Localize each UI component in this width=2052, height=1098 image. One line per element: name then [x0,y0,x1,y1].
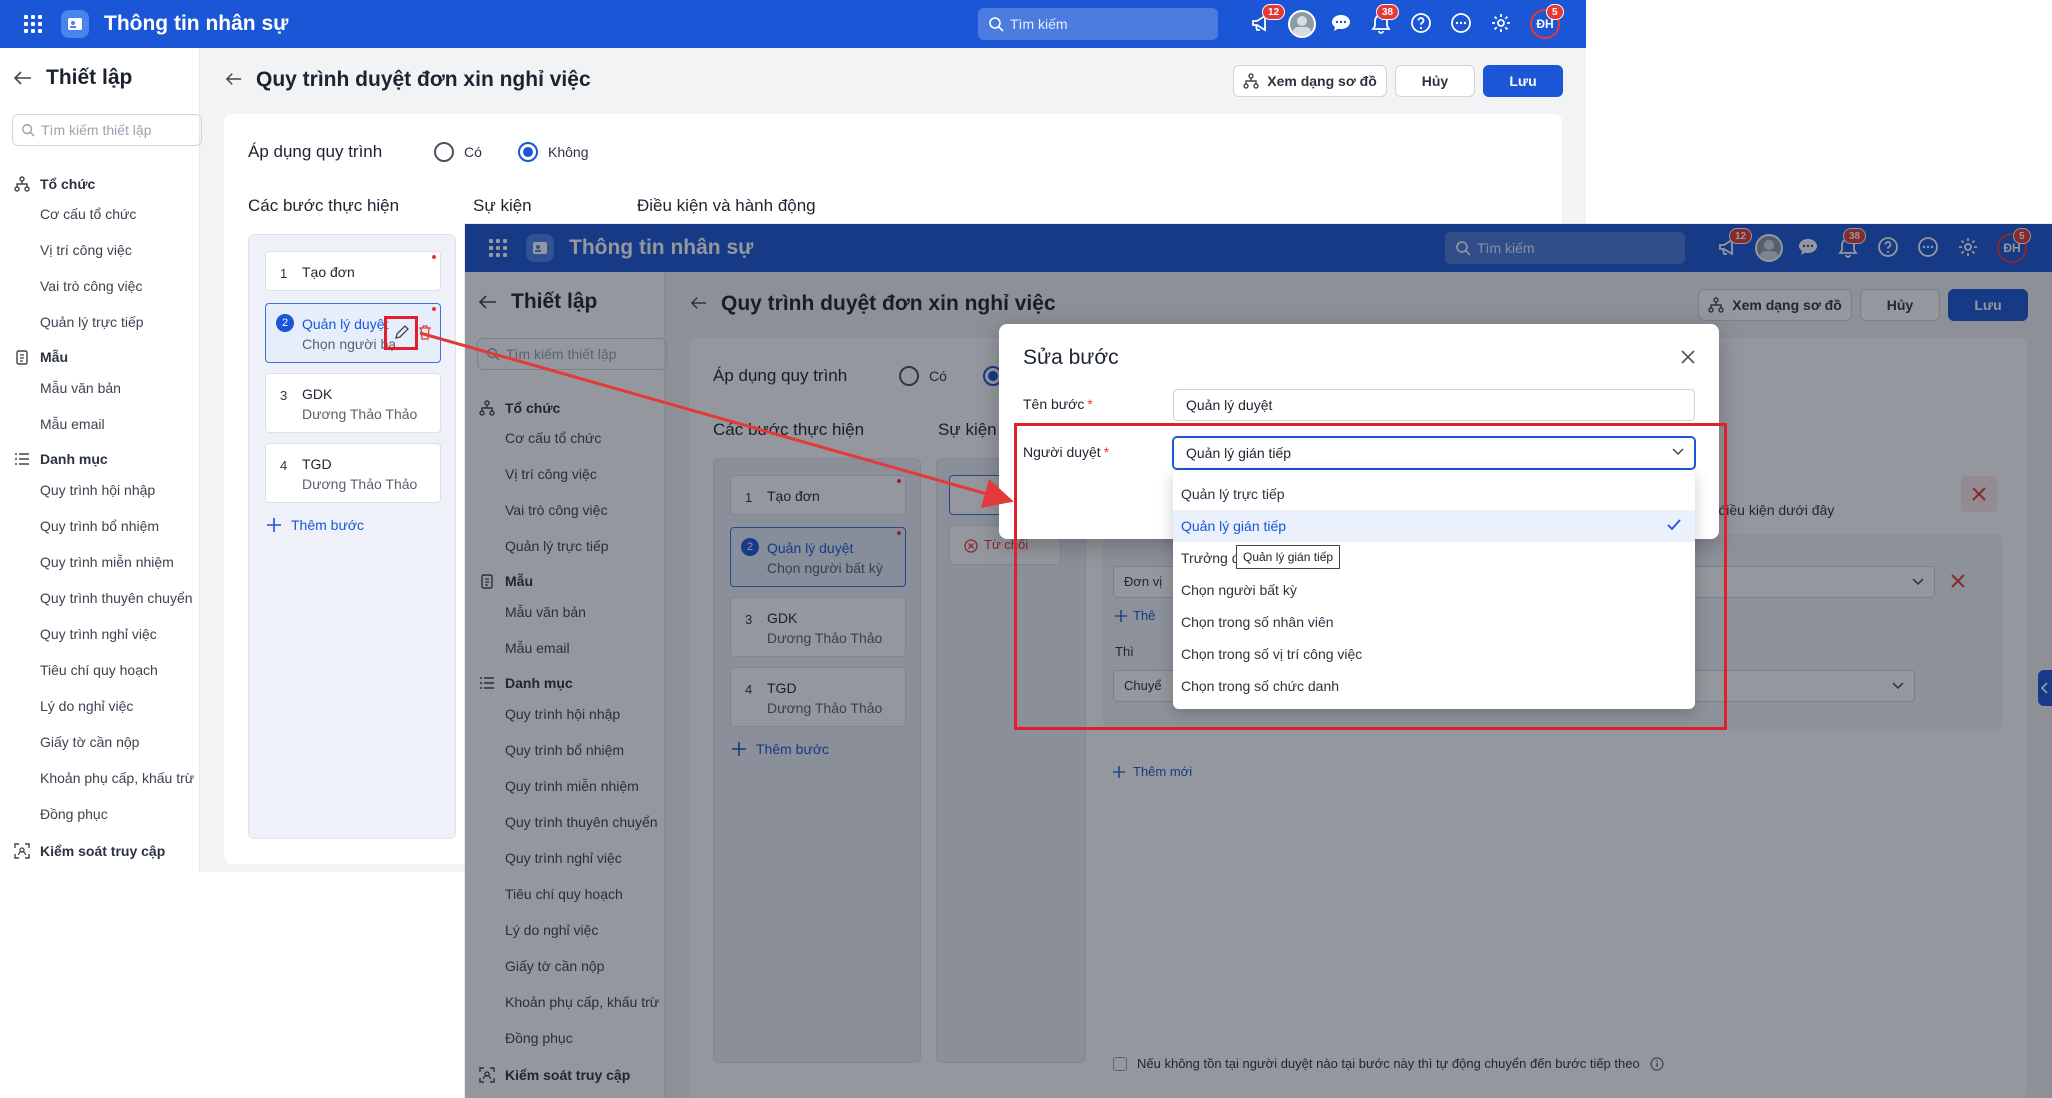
annotation-arrow [419,331,1014,508]
